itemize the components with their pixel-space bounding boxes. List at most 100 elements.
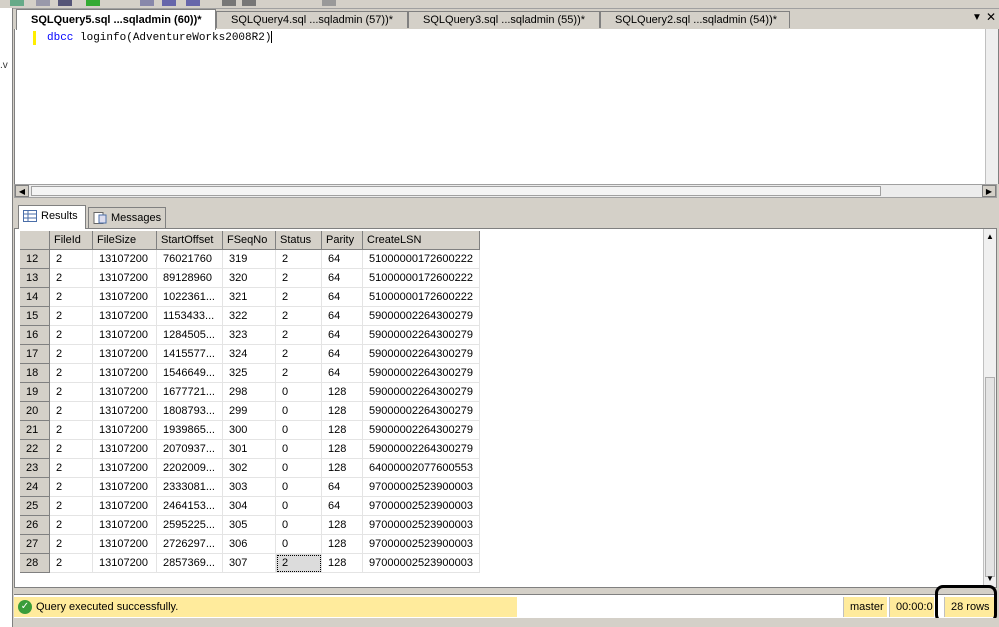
grid-cell[interactable]: 1808793...: [157, 402, 223, 421]
grid-cell[interactable]: 59000002264300279: [363, 440, 480, 459]
grid-cell[interactable]: 2: [50, 478, 93, 497]
grid-cell[interactable]: 128: [322, 459, 363, 478]
grid-cell[interactable]: 97000002523900003: [363, 554, 480, 573]
tab-sqlquery2[interactable]: SQLQuery2.sql ...sqladmin (54))*: [600, 11, 790, 28]
row-header[interactable]: 20: [20, 402, 50, 421]
grid-cell[interactable]: 1022361...: [157, 288, 223, 307]
grid-cell[interactable]: 1284505...: [157, 326, 223, 345]
grid-cell[interactable]: 128: [322, 516, 363, 535]
grid-cell[interactable]: 2: [50, 516, 93, 535]
grid-cell[interactable]: 128: [322, 440, 363, 459]
grid-cell[interactable]: 319: [223, 250, 276, 269]
row-header[interactable]: 21: [20, 421, 50, 440]
grid-cell[interactable]: 64000002077600553: [363, 459, 480, 478]
grid-cell[interactable]: 13107200: [93, 516, 157, 535]
scroll-thumb[interactable]: [31, 186, 881, 196]
grid-cell[interactable]: 2: [50, 459, 93, 478]
grid-cell[interactable]: 2: [276, 307, 322, 326]
toolbar-icon[interactable]: [10, 0, 24, 6]
grid-cell[interactable]: 2464153...: [157, 497, 223, 516]
grid-cell[interactable]: 13107200: [93, 554, 157, 573]
toolbar-icon[interactable]: [58, 0, 72, 6]
row-header[interactable]: 19: [20, 383, 50, 402]
grid-cell[interactable]: 2: [50, 307, 93, 326]
row-header[interactable]: 22: [20, 440, 50, 459]
grid-cell[interactable]: 1939865...: [157, 421, 223, 440]
grid-cell[interactable]: 64: [322, 345, 363, 364]
grid-cell[interactable]: 13107200: [93, 459, 157, 478]
grid-cell[interactable]: 298: [223, 383, 276, 402]
grid-cell[interactable]: 64: [322, 288, 363, 307]
row-header[interactable]: 26: [20, 516, 50, 535]
grid-cell[interactable]: 2: [276, 554, 322, 573]
column-header-parity[interactable]: Parity: [322, 231, 363, 250]
row-header[interactable]: 25: [20, 497, 50, 516]
grid-cell[interactable]: 51000000172600222: [363, 288, 480, 307]
row-header[interactable]: 15: [20, 307, 50, 326]
grid-cell[interactable]: 299: [223, 402, 276, 421]
grid-cell[interactable]: 301: [223, 440, 276, 459]
grid-cell[interactable]: 13107200: [93, 288, 157, 307]
grid-cell[interactable]: 320: [223, 269, 276, 288]
grid-cell[interactable]: 59000002264300279: [363, 383, 480, 402]
grid-cell[interactable]: 97000002523900003: [363, 497, 480, 516]
grid-cell[interactable]: 2: [276, 326, 322, 345]
grid-cell[interactable]: 0: [276, 421, 322, 440]
grid-cell[interactable]: 0: [276, 497, 322, 516]
grid-cell[interactable]: 2: [50, 421, 93, 440]
grid-cell[interactable]: 307: [223, 554, 276, 573]
row-header[interactable]: 28: [20, 554, 50, 573]
grid-cell[interactable]: 13107200: [93, 307, 157, 326]
column-header-fseqno[interactable]: FSeqNo: [223, 231, 276, 250]
dropdown-arrow-icon[interactable]: ▼: [971, 12, 983, 26]
grid-cell[interactable]: 0: [276, 440, 322, 459]
tab-sqlquery4[interactable]: SQLQuery4.sql ...sqladmin (57))*: [216, 11, 408, 28]
grid-cell[interactable]: 2070937...: [157, 440, 223, 459]
grid-cell[interactable]: 2: [50, 554, 93, 573]
grid-cell[interactable]: 13107200: [93, 383, 157, 402]
row-header[interactable]: 24: [20, 478, 50, 497]
tab-messages[interactable]: Messages: [88, 207, 166, 228]
grid-corner[interactable]: [20, 231, 50, 250]
grid-cell[interactable]: 306: [223, 535, 276, 554]
scroll-left-icon[interactable]: ◀: [15, 185, 29, 197]
grid-cell[interactable]: 2: [50, 288, 93, 307]
grid-vertical-scrollbar[interactable]: ▲ ▼: [983, 229, 996, 587]
grid-cell[interactable]: 303: [223, 478, 276, 497]
grid-cell[interactable]: 13107200: [93, 250, 157, 269]
grid-cell[interactable]: 13107200: [93, 535, 157, 554]
grid-cell[interactable]: 305: [223, 516, 276, 535]
grid-cell[interactable]: 13107200: [93, 269, 157, 288]
grid-cell[interactable]: 64: [322, 326, 363, 345]
toolbar-icon[interactable]: [322, 0, 336, 6]
grid-cell[interactable]: 128: [322, 402, 363, 421]
grid-cell[interactable]: 2: [50, 345, 93, 364]
grid-cell[interactable]: 0: [276, 516, 322, 535]
grid-cell[interactable]: 97000002523900003: [363, 535, 480, 554]
grid-cell[interactable]: 2: [50, 326, 93, 345]
column-header-startoffset[interactable]: StartOffset: [157, 231, 223, 250]
toolbar-icon[interactable]: [86, 0, 100, 6]
toolbar-icon[interactable]: [242, 0, 256, 6]
grid-cell[interactable]: 2726297...: [157, 535, 223, 554]
grid-cell[interactable]: 0: [276, 478, 322, 497]
grid-cell[interactable]: 2: [50, 364, 93, 383]
row-header[interactable]: 27: [20, 535, 50, 554]
grid-cell[interactable]: 128: [322, 383, 363, 402]
scroll-down-icon[interactable]: ▼: [984, 573, 996, 585]
grid-cell[interactable]: 13107200: [93, 402, 157, 421]
scroll-up-icon[interactable]: ▲: [984, 231, 996, 243]
grid-cell[interactable]: 2: [50, 383, 93, 402]
grid-cell[interactable]: 64: [322, 250, 363, 269]
row-header[interactable]: 14: [20, 288, 50, 307]
editor-vertical-scrollbar[interactable]: [985, 29, 998, 184]
grid-cell[interactable]: 13107200: [93, 440, 157, 459]
grid-cell[interactable]: 1415577...: [157, 345, 223, 364]
scroll-right-icon[interactable]: ▶: [982, 185, 996, 197]
grid-cell[interactable]: 128: [322, 554, 363, 573]
scroll-thumb[interactable]: [985, 377, 995, 577]
toolbar-icon[interactable]: [222, 0, 236, 6]
tab-results[interactable]: Results: [18, 205, 86, 229]
grid-cell[interactable]: 2: [276, 345, 322, 364]
query-editor[interactable]: dbcc loginfo(AdventureWorks2008R2): [14, 29, 999, 184]
